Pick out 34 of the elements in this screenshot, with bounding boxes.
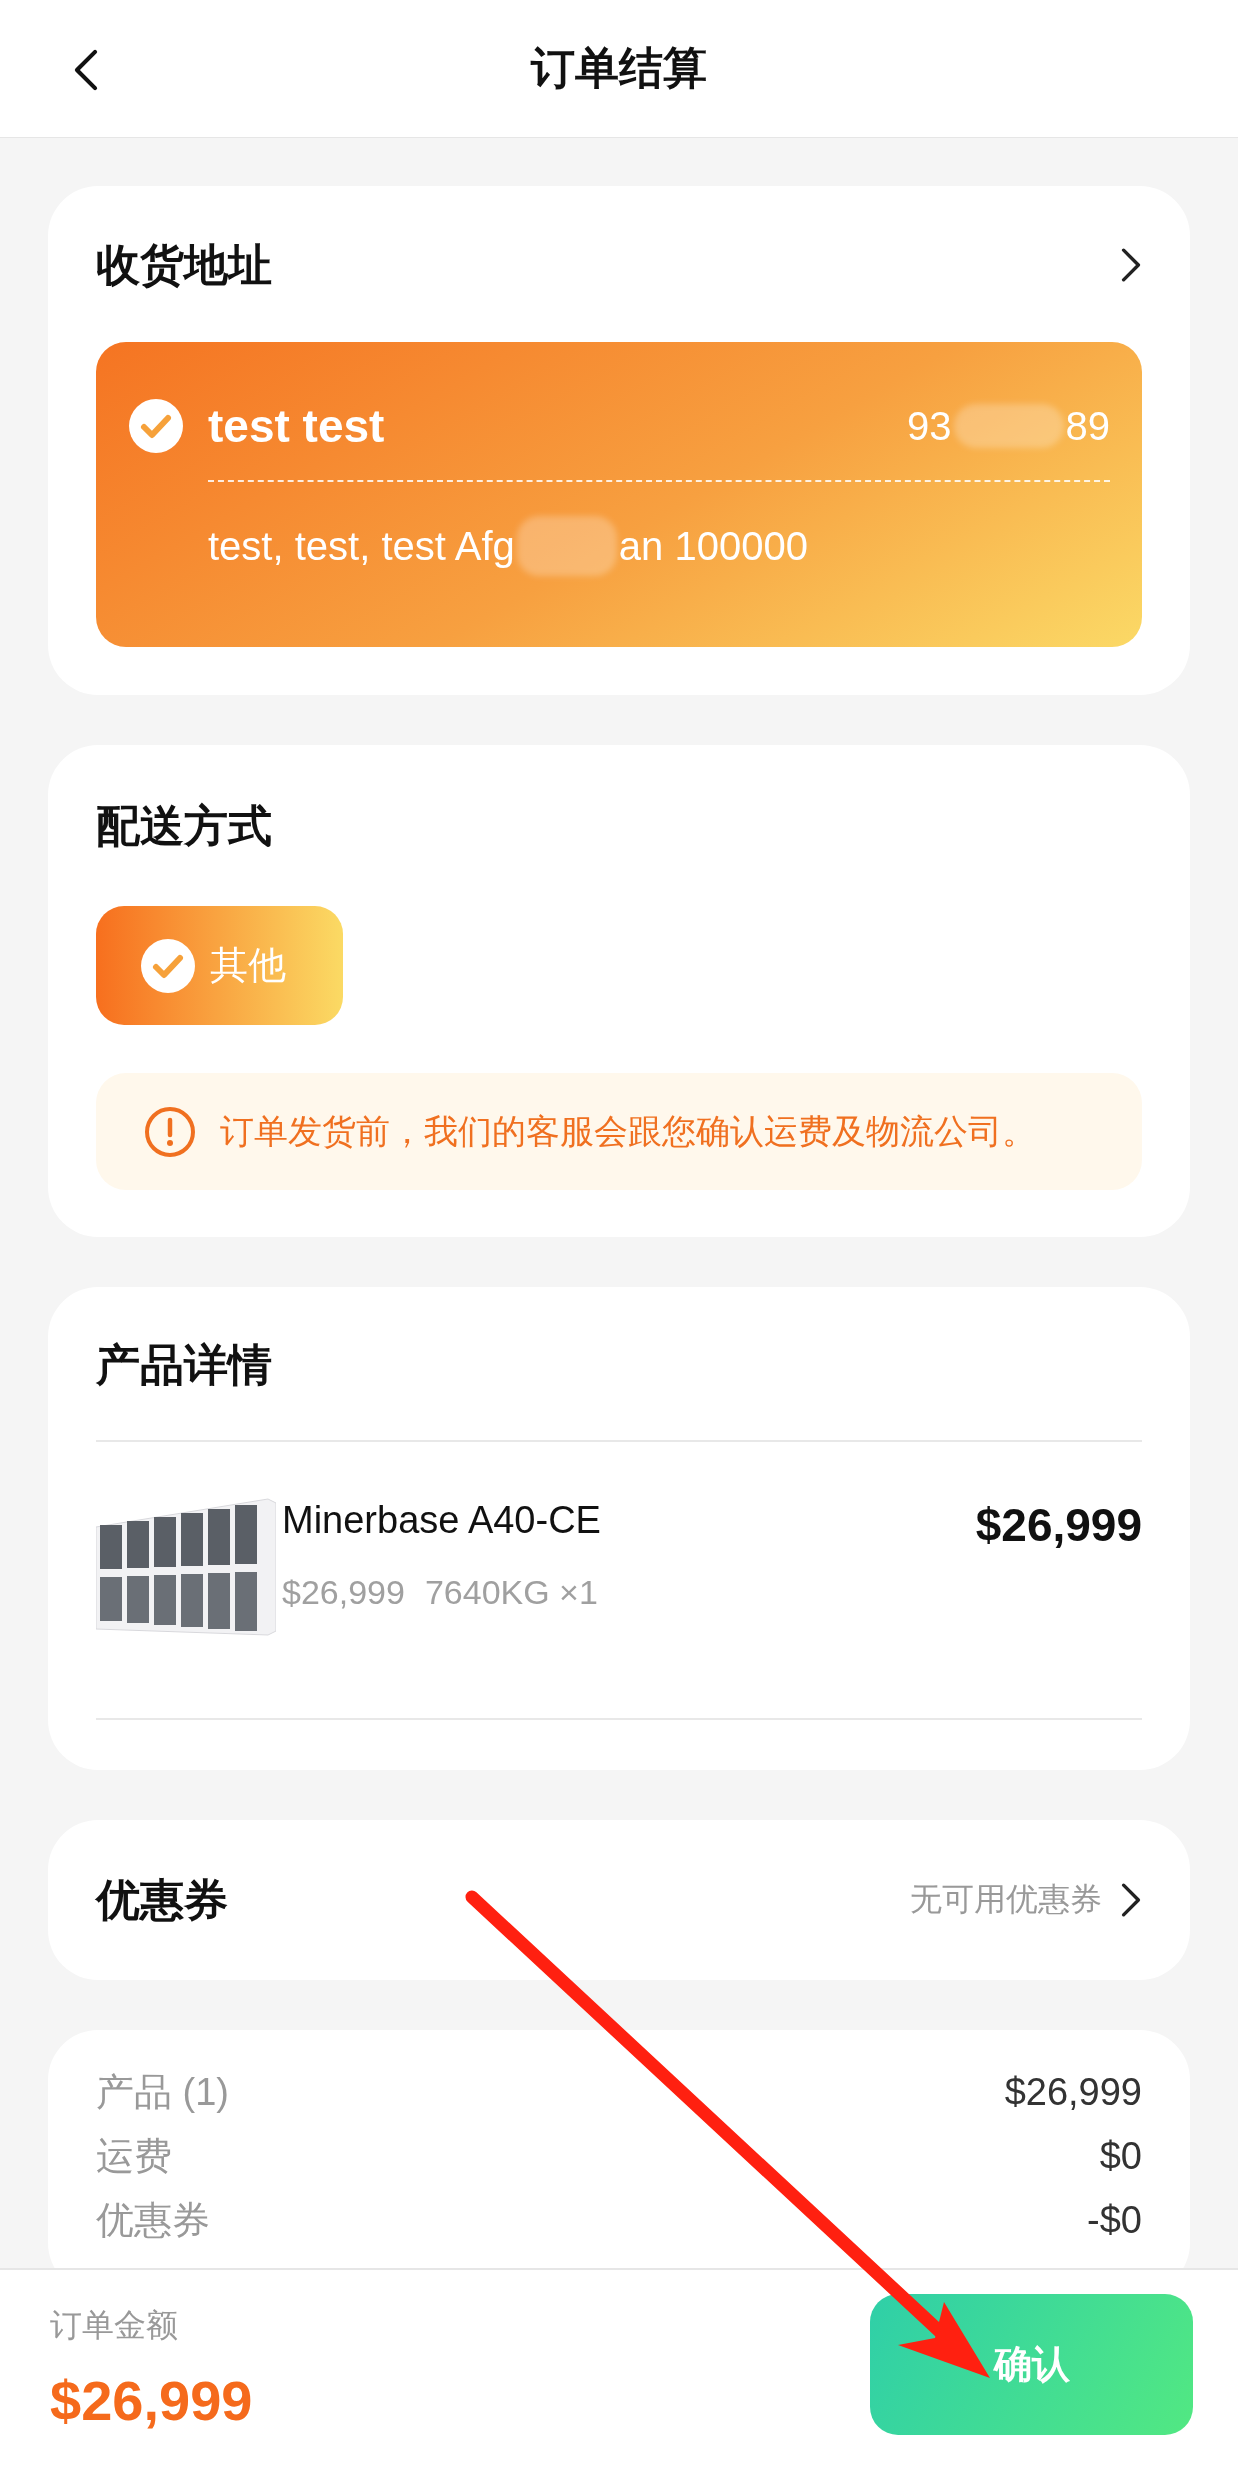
recipient-name: test test — [208, 399, 385, 453]
confirm-button[interactable]: 确认 — [870, 2294, 1193, 2435]
product-name: Minerbase A40-CE — [282, 1498, 601, 1543]
product-total: $26,999 — [975, 1498, 1142, 1553]
warning-icon — [144, 1105, 196, 1158]
section-title: 产品详情 — [96, 1339, 273, 1391]
summary-value: -$0 — [1087, 2198, 1142, 2242]
page-title: 订单结算 — [531, 42, 707, 94]
section-title: 配送方式 — [96, 800, 273, 852]
phone-number: 93 — [907, 403, 952, 449]
unit-price: $26,999 — [282, 1573, 405, 1612]
address-text: test, test, test Afg — [208, 523, 515, 569]
address-card[interactable]: test test 93 89 test, test, test Afg an 100000 — [96, 342, 1142, 647]
product-weight: 7640KG ×1 — [424, 1573, 598, 1612]
notice-text: 订单发货前，我们的客服会跟您确认运费及物流公司。 — [220, 1110, 1036, 1152]
summary-value: $0 — [1099, 2134, 1142, 2178]
back-icon[interactable] — [72, 48, 100, 92]
summary-label: 运费 — [96, 2133, 172, 2179]
checkmark-icon[interactable] — [128, 398, 184, 454]
summary-value: $26,999 — [1004, 2070, 1142, 2114]
section-title: 收货地址 — [96, 239, 272, 291]
address-text: an 100000 — [618, 523, 808, 569]
checkmark-icon[interactable] — [140, 937, 196, 994]
total-label: 订单金额 — [50, 2306, 179, 2345]
chevron-right-icon[interactable] — [1120, 1882, 1142, 1918]
phone-number: 89 — [1065, 403, 1110, 449]
chevron-right-icon[interactable] — [1120, 247, 1142, 283]
coupon-status: 无可用优惠券 — [910, 1880, 1102, 1919]
delivery-option[interactable]: 其他 — [96, 906, 343, 1025]
summary-label: 产品 (1) — [96, 2069, 229, 2115]
section-title: 优惠券 — [96, 1874, 228, 1926]
total-amount: $26,999 — [50, 2368, 253, 2433]
coupon-row[interactable]: 优惠券 无可用优惠券 — [48, 1820, 1190, 1980]
summary-label: 优惠券 — [96, 2197, 210, 2243]
